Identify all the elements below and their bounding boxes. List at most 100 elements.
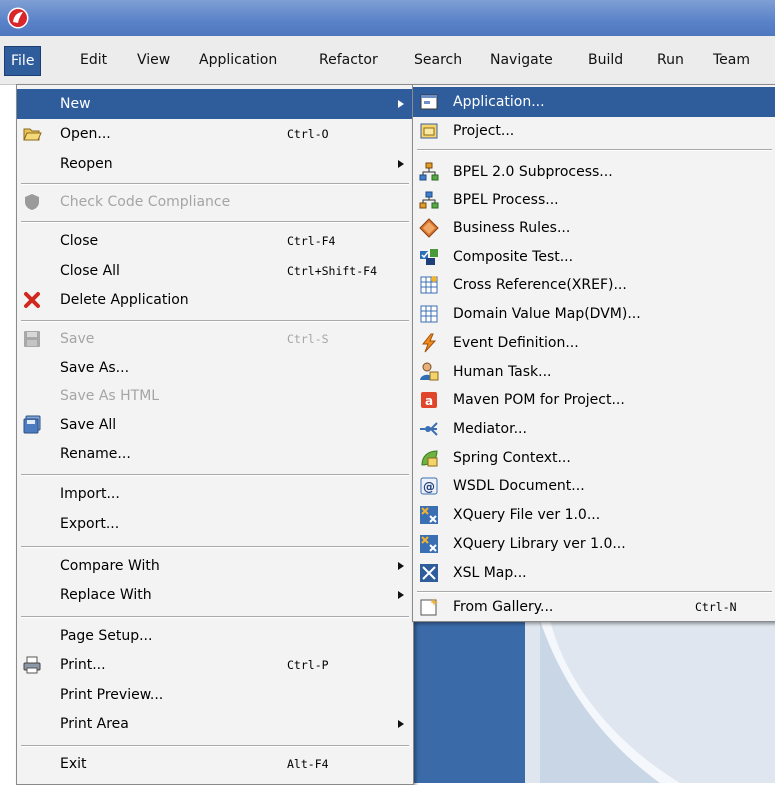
menu-item-reopen[interactable]: Reopen xyxy=(17,149,413,179)
wsdl-icon: @ xyxy=(420,477,438,495)
submenu-item-cross-reference[interactable]: Cross Reference(XREF)... xyxy=(413,270,775,300)
menu-item-accelerator: Ctrl-O xyxy=(287,127,329,141)
bpel-subprocess-icon xyxy=(419,162,439,181)
bpel-process-icon xyxy=(419,191,439,209)
menu-item-label: Exit xyxy=(60,756,87,772)
submenu-item-mediator[interactable]: Mediator... xyxy=(413,414,775,444)
printer-icon xyxy=(23,656,41,674)
submenu-item-event-definition[interactable]: Event Definition... xyxy=(413,328,775,358)
menu-separator xyxy=(21,320,409,322)
menu-item-save-all[interactable]: Save All xyxy=(17,410,413,440)
menu-item-print-preview[interactable]: Print Preview... xyxy=(17,680,413,710)
menu-item-new[interactable]: New xyxy=(17,89,413,119)
menu-bar: File Edit View Application Refactor Sear… xyxy=(0,36,775,85)
menu-item-label: XQuery Library ver 1.0... xyxy=(453,536,626,552)
submenu-arrow-icon xyxy=(398,100,404,108)
menu-item-label: Import... xyxy=(60,486,120,502)
menu-refactor[interactable]: Refactor xyxy=(313,46,384,74)
menu-item-label: Compare With xyxy=(60,558,160,574)
menu-application[interactable]: Application xyxy=(193,46,283,74)
menu-edit[interactable]: Edit xyxy=(74,46,113,74)
submenu-item-wsdl-document[interactable]: @ WSDL Document... xyxy=(413,471,775,501)
menu-item-save-as-html: Save As HTML xyxy=(17,381,413,411)
app-logo-icon xyxy=(7,7,29,29)
menu-item-label: Project... xyxy=(453,123,515,139)
xquery-library-icon xyxy=(420,535,438,553)
menu-file[interactable]: File xyxy=(4,46,42,76)
save-disk-icon xyxy=(24,331,40,347)
menu-item-label: New xyxy=(60,96,91,112)
menu-item-accelerator: Ctrl+Shift-F4 xyxy=(287,264,378,278)
menu-navigate[interactable]: Navigate xyxy=(484,46,559,74)
menu-separator xyxy=(417,591,772,593)
xsl-map-icon xyxy=(420,564,438,582)
menu-item-label: Open... xyxy=(60,126,111,142)
submenu-item-domain-value-map[interactable]: Domain Value Map(DVM)... xyxy=(413,299,775,329)
menu-item-label: BPEL Process... xyxy=(453,192,559,208)
xquery-file-icon xyxy=(420,506,438,524)
menu-run[interactable]: Run xyxy=(651,46,690,74)
menu-item-label: Domain Value Map(DVM)... xyxy=(453,306,641,322)
cross-reference-icon xyxy=(420,276,438,294)
open-folder-icon xyxy=(23,128,42,141)
menu-separator xyxy=(417,149,772,151)
menu-item-label: Print... xyxy=(60,657,106,673)
submenu-item-human-task[interactable]: Human Task... xyxy=(413,357,775,387)
menu-item-print[interactable]: Print... Ctrl-P xyxy=(17,650,413,680)
menu-item-rename[interactable]: Rename... xyxy=(17,439,413,469)
submenu-item-composite-test[interactable]: Composite Test... xyxy=(413,242,775,272)
submenu-item-from-gallery[interactable]: From Gallery... Ctrl-N xyxy=(413,594,775,620)
menu-item-close[interactable]: Close Ctrl-F4 xyxy=(17,226,413,256)
event-definition-icon xyxy=(421,333,437,353)
submenu-item-business-rules[interactable]: Business Rules... xyxy=(413,213,775,243)
menu-item-label: Business Rules... xyxy=(453,220,571,236)
menu-item-label: Reopen xyxy=(60,156,113,172)
menu-item-label: Save As... xyxy=(60,360,130,376)
menu-item-compare-with[interactable]: Compare With xyxy=(17,551,413,581)
start-page-swoosh xyxy=(540,620,680,783)
menu-item-open[interactable]: Open... Ctrl-O xyxy=(17,119,413,149)
submenu-item-xsl-map[interactable]: XSL Map... xyxy=(413,558,775,588)
menu-item-label: From Gallery... xyxy=(453,599,554,615)
menu-item-export[interactable]: Export... xyxy=(17,509,413,539)
submenu-item-spring-context[interactable]: Spring Context... xyxy=(413,443,775,473)
menu-item-replace-with[interactable]: Replace With xyxy=(17,580,413,610)
menu-item-label: XSL Map... xyxy=(453,565,527,581)
menu-search[interactable]: Search xyxy=(408,46,468,74)
menu-item-close-all[interactable]: Close All Ctrl+Shift-F4 xyxy=(17,256,413,286)
submenu-item-xquery-library[interactable]: XQuery Library ver 1.0... xyxy=(413,529,775,559)
submenu-item-bpel-process[interactable]: BPEL Process... xyxy=(413,185,775,215)
title-bar xyxy=(0,0,775,36)
submenu-arrow-icon xyxy=(398,720,404,728)
menu-item-label: XQuery File ver 1.0... xyxy=(453,507,601,523)
menu-item-check-code-compliance: Check Code Compliance xyxy=(17,187,413,217)
human-task-icon xyxy=(420,362,439,381)
delete-x-icon xyxy=(24,292,40,308)
menu-item-page-setup[interactable]: Page Setup... xyxy=(17,621,413,651)
menu-item-label: Close xyxy=(60,233,99,249)
menu-view[interactable]: View xyxy=(131,46,176,74)
menu-item-label: Page Setup... xyxy=(60,628,153,644)
menu-item-label: Composite Test... xyxy=(453,249,574,265)
menu-item-label: Spring Context... xyxy=(453,450,571,466)
menu-item-import[interactable]: Import... xyxy=(17,479,413,509)
menu-separator xyxy=(21,616,409,618)
menu-item-exit[interactable]: Exit Alt-F4 xyxy=(17,749,413,779)
menu-item-label: BPEL 2.0 Subprocess... xyxy=(453,164,613,180)
menu-item-label: Close All xyxy=(60,263,120,279)
menu-item-label: Application... xyxy=(453,94,545,110)
menu-item-label: WSDL Document... xyxy=(453,478,585,494)
submenu-item-application[interactable]: Application... xyxy=(413,87,775,117)
composite-test-icon xyxy=(420,249,438,265)
submenu-item-xquery-file[interactable]: XQuery File ver 1.0... xyxy=(413,500,775,530)
menu-item-save-as[interactable]: Save As... xyxy=(17,353,413,383)
menu-separator xyxy=(21,745,409,747)
menu-item-delete-application[interactable]: Delete Application xyxy=(17,285,413,315)
new-submenu: Application... Project... BPEL 2.0 Subpr… xyxy=(412,84,775,622)
submenu-item-maven-pom[interactable]: a Maven POM for Project... xyxy=(413,385,775,415)
submenu-item-bpel-subprocess[interactable]: BPEL 2.0 Subprocess... xyxy=(413,157,775,187)
submenu-item-project[interactable]: Project... xyxy=(413,116,775,146)
menu-item-print-area[interactable]: Print Area xyxy=(17,709,413,739)
menu-build[interactable]: Build xyxy=(582,46,629,74)
menu-team[interactable]: Team xyxy=(707,46,756,74)
